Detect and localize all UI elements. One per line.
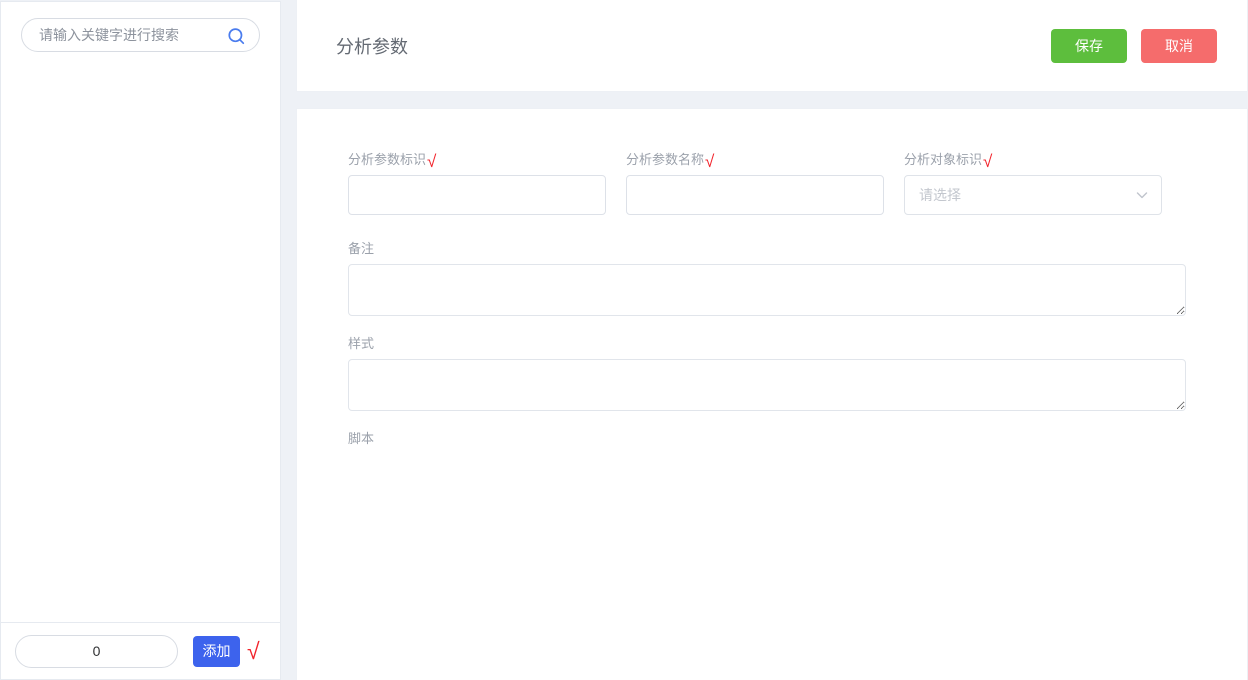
page-header: 分析参数 保存 取消 [296, 0, 1248, 92]
chevron-down-icon [1136, 192, 1148, 199]
form-row-identifiers: 分析参数标识√ 分析参数名称√ 分析对象标识√ 请选择 [348, 150, 1186, 215]
header-actions: 保存 取消 [1051, 28, 1217, 63]
script-label: 脚本 [348, 431, 375, 446]
remarks-textarea[interactable] [348, 264, 1186, 316]
sidebar-result-list [1, 62, 280, 622]
main-area: 分析参数 保存 取消 分析参数标识√ 分析参数名称√ 分析对象标识√ 请选择 备… [296, 0, 1248, 680]
field-label: 分析参数名称√ [626, 150, 884, 171]
sidebar-search-area [1, 2, 280, 62]
field-label: 分析对象标识√ [904, 150, 1162, 171]
param-name-input[interactable] [626, 175, 884, 215]
field-style: 样式 [348, 336, 1186, 414]
field-object-id: 分析对象标识√ 请选择 [904, 150, 1162, 215]
page-title: 分析参数 [336, 36, 408, 57]
field-param-id: 分析参数标识√ [348, 150, 606, 215]
required-check-icon: √ [983, 152, 993, 171]
required-check-icon: √ [705, 152, 715, 171]
remarks-label: 备注 [348, 241, 375, 256]
save-button[interactable]: 保存 [1051, 28, 1127, 63]
style-label: 样式 [348, 336, 375, 351]
search-input-wrapper [21, 18, 260, 52]
required-check-icon: √ [427, 152, 437, 171]
select-placeholder: 请选择 [919, 187, 961, 203]
style-textarea[interactable] [348, 359, 1186, 411]
cancel-button[interactable]: 取消 [1141, 28, 1217, 63]
add-button[interactable]: 添加 [193, 635, 240, 667]
param-id-input[interactable] [348, 175, 606, 215]
sidebar-footer: 添加 √ [1, 622, 280, 679]
param-id-label: 分析参数标识 [348, 152, 427, 167]
search-input[interactable] [22, 27, 259, 43]
field-param-name: 分析参数名称√ [626, 150, 884, 215]
required-check-icon: √ [247, 637, 260, 664]
object-id-select[interactable]: 请选择 [904, 175, 1162, 215]
param-name-label: 分析参数名称 [626, 152, 705, 167]
field-remarks: 备注 [348, 241, 1186, 319]
form-panel: 分析参数标识√ 分析参数名称√ 分析对象标识√ 请选择 备注 样式 脚本 [296, 108, 1248, 680]
field-label: 分析参数标识√ [348, 150, 606, 171]
sidebar: 添加 √ [0, 1, 281, 680]
object-id-label: 分析对象标识 [904, 152, 983, 167]
app-root: 添加 √ 分析参数 保存 取消 分析参数标识√ [0, 0, 1248, 680]
search-icon[interactable] [225, 25, 247, 47]
count-input[interactable] [15, 634, 178, 668]
